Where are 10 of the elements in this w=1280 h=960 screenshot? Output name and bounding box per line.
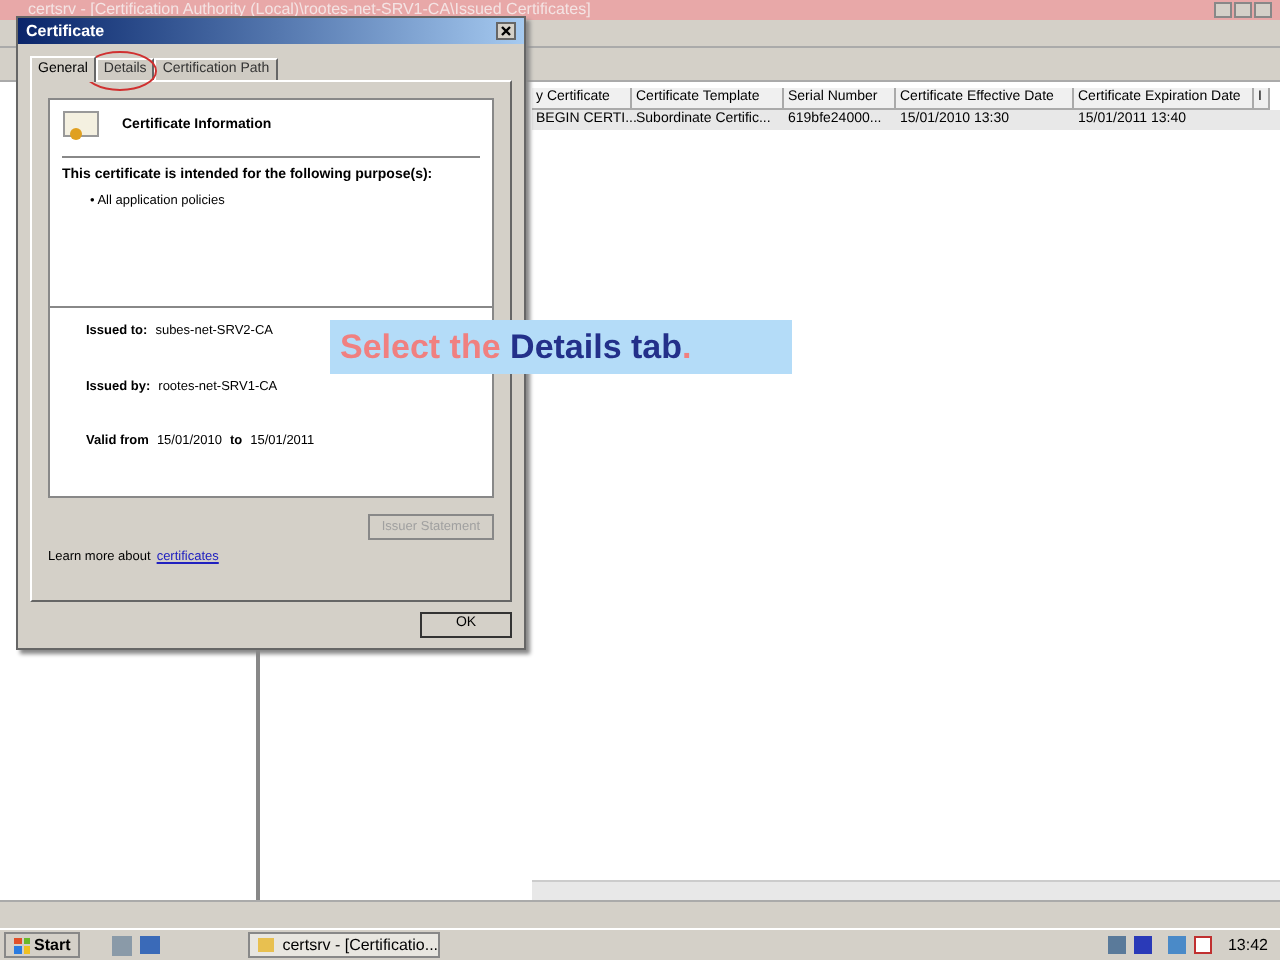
horizontal-scrollbar[interactable] [532,880,1280,900]
start-button[interactable]: Start [4,932,81,958]
instruction-callout: Select the Details tab. [330,320,792,374]
folder-icon [258,938,275,952]
dialog-title: Certificate [26,19,105,43]
clock: 13:42 [1225,933,1270,957]
windows-logo-icon [14,937,30,953]
certificate-icon [62,108,102,144]
window-title: certsrv - [Certification Authority (Local)\rootes-net-SRV1-CA\Issued Certificates] [26,2,591,18]
taskbar-button[interactable]: certsrv - [Certificatio... [248,932,441,958]
